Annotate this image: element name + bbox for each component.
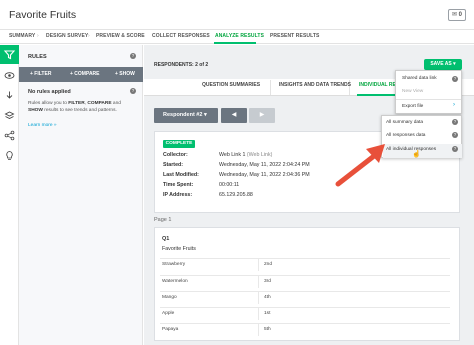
top-bar: Favorite Fruits ✉ 0 (0, 0, 474, 30)
table-row: Strawberry 2nd (160, 258, 450, 271)
chevron-right-icon: ▶ (259, 112, 265, 118)
chevron-left-icon: ◀ (231, 112, 237, 118)
rules-panel: RULES ? + FILTER + COMPARE + SHOW No rul… (19, 45, 143, 345)
notification-badge[interactable]: ✉ 0 (448, 9, 466, 21)
table-row: Papaya 5th (160, 323, 450, 336)
rules-description: Rules allow you to FILTER, COMPARE and S… (28, 101, 121, 113)
rules-toolbar: + FILTER + COMPARE + SHOW (19, 67, 143, 82)
menu-divider (396, 99, 461, 100)
nav-active-indicator (214, 42, 256, 44)
menu-item-export-file[interactable]: Export file (402, 104, 423, 109)
question-card: Q1 Favorite Fruits Strawberry 2nd Waterme… (154, 227, 460, 341)
page-label: Page 1 (154, 217, 172, 223)
lightbulb-icon[interactable] (4, 150, 15, 161)
help-icon[interactable]: ? (452, 119, 458, 125)
download-icon[interactable] (4, 90, 15, 101)
nav-design-survey[interactable]: DESIGN SURVEY (46, 33, 88, 39)
eye-icon[interactable] (4, 70, 15, 81)
menu-item-all-summary-data[interactable]: All summary data (386, 120, 423, 125)
mouse-pointer-icon: ☝ (412, 151, 421, 158)
export-file-submenu: All summary data ? All responses data ? … (381, 115, 462, 158)
filter-icon (3, 50, 16, 60)
rules-rail-button[interactable] (0, 45, 19, 64)
respondents-count: RESPONDENTS: 2 of 2 (154, 62, 209, 68)
bell-icon: ✉ (451, 12, 457, 18)
share-icon[interactable] (4, 130, 15, 141)
menu-item-new-view: New View (402, 89, 424, 94)
help-icon[interactable]: ? (130, 53, 136, 59)
nav-present-results[interactable]: PRESENT RESULTS (270, 33, 319, 39)
nav-analyze-results[interactable]: ANALYZE RESULTS (215, 33, 264, 39)
save-as-button[interactable]: SAVE AS ▾ (424, 59, 462, 70)
next-respondent-button[interactable]: ▶ (249, 108, 275, 123)
tab-question-summaries[interactable]: QUESTION SUMMARIES (202, 82, 260, 94)
question-number: Q1 (162, 236, 170, 242)
no-rules-heading: No rules applied (28, 89, 71, 95)
menu-item-shared-data-link[interactable]: Shared data link (402, 76, 437, 81)
add-filter-button[interactable]: + FILTER (30, 71, 51, 77)
table-row: Mango 4th (160, 291, 450, 304)
chevron-right-icon: › (453, 102, 455, 108)
help-icon[interactable]: ? (130, 88, 136, 94)
respondent-select[interactable]: Respondent #2 ▾ (154, 108, 218, 123)
survey-nav: SUMMARY › DESIGN SURVEY › PREVIEW & SCOR… (0, 30, 474, 44)
nav-preview-score[interactable]: PREVIEW & SCORE (96, 33, 145, 39)
add-compare-button[interactable]: + COMPARE (70, 71, 100, 77)
save-as-menu: Shared data link ? New View Export file … (395, 70, 462, 114)
notification-count: 0 (458, 12, 463, 18)
status-badge: COMPLETE (163, 140, 195, 148)
learn-more-link[interactable]: Learn more » (28, 123, 57, 128)
table-row: Watermelon 3rd (160, 275, 450, 288)
stack-icon[interactable] (4, 110, 15, 121)
chevron-down-icon: ▾ (203, 112, 207, 118)
rules-title: RULES (28, 54, 47, 60)
chevron-down-icon: ▾ (453, 61, 456, 67)
left-rail (0, 45, 19, 345)
tab-insights-trends[interactable]: INSIGHTS AND DATA TRENDS (279, 82, 351, 94)
add-show-button[interactable]: + SHOW (115, 71, 135, 77)
nav-summary[interactable]: SUMMARY (9, 33, 35, 39)
respondent-navigator: Respondent #2 ▾ ◀ ▶ (154, 108, 275, 123)
survey-title: Favorite Fruits (9, 9, 77, 21)
help-icon[interactable]: ? (452, 76, 458, 82)
question-title: Favorite Fruits (162, 246, 196, 252)
table-row: Apple 1st (160, 307, 450, 320)
help-icon[interactable]: ? (452, 132, 458, 138)
menu-item-all-responses-data[interactable]: All responses data (386, 133, 425, 138)
nav-collect-responses[interactable]: COLLECT RESPONSES (152, 33, 210, 39)
help-icon[interactable]: ? (452, 146, 458, 152)
previous-respondent-button[interactable]: ◀ (221, 108, 247, 123)
